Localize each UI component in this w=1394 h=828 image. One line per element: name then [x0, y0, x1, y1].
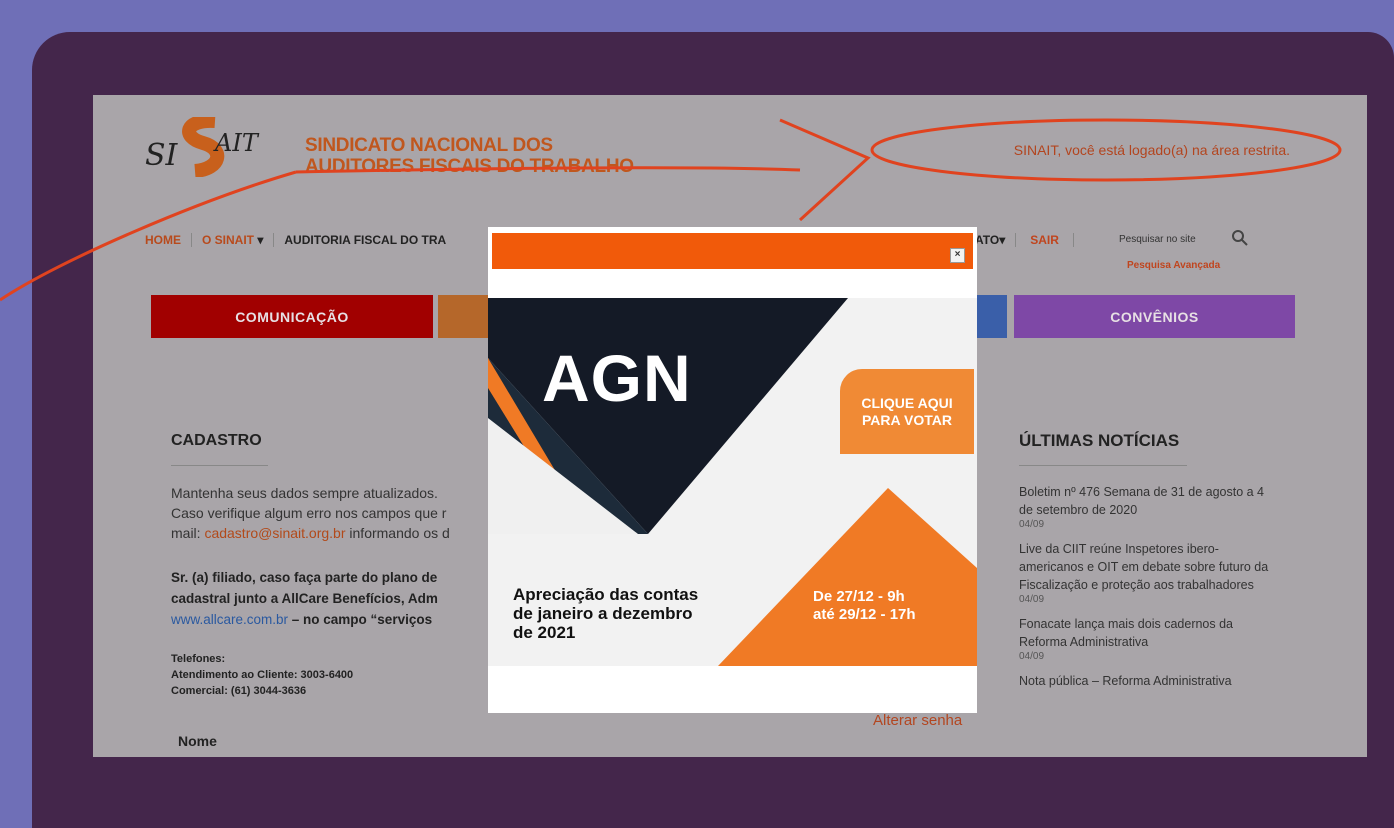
news-list: Boletim nº 476 Semana de 31 de agosto a …: [1019, 483, 1269, 690]
search-placeholder: Pesquisar no site: [1119, 234, 1196, 245]
svg-text:AIT: AIT: [213, 129, 260, 157]
list-item[interactable]: Boletim nº 476 Semana de 31 de agosto a …: [1019, 483, 1269, 530]
search-icon[interactable]: [1231, 229, 1249, 247]
search-input[interactable]: Pesquisar no site: [1111, 227, 1251, 251]
nav-ato[interactable]: ATO▾: [975, 233, 1017, 247]
logged-in-message: SINAIT, você está logado(a) na área rest…: [1013, 142, 1290, 158]
vote-button[interactable]: CLIQUE AQUI PARA VOTAR: [840, 369, 974, 454]
nome-label: Nome: [178, 733, 217, 749]
modal-header: ×: [492, 233, 973, 269]
sinait-logo[interactable]: SI AIT: [145, 117, 260, 177]
allcare-notice: Sr. (a) filiado, caso faça parte do plan…: [171, 570, 438, 627]
list-item[interactable]: Fonacate lança mais dois cadernos da Ref…: [1019, 615, 1269, 662]
cadastro-email-link[interactable]: cadastro@sinait.org.br: [204, 525, 345, 541]
agn-title: AGN: [542, 341, 692, 415]
banner-description: Apreciação das contas de janeiro a dezem…: [513, 585, 699, 642]
banner-dates: De 27/12 - 9h até 29/12 - 17h: [813, 588, 916, 623]
nav-auditoria[interactable]: AUDITORIA FISCAL DO TRA: [274, 233, 456, 247]
heading-divider: [1019, 465, 1187, 466]
logout-link[interactable]: SAIR: [1016, 233, 1074, 247]
svg-text:SI: SI: [145, 138, 179, 173]
advanced-search-link[interactable]: Pesquisa Avançada: [1127, 260, 1220, 271]
phones-block: Telefones: Atendimento ao Cliente: 3003-…: [171, 653, 354, 697]
cadastro-text: Mantenha seus dados sempre atualizados. …: [171, 485, 450, 541]
change-password-link[interactable]: Alterar senha: [873, 712, 962, 729]
heading-divider: [171, 465, 268, 466]
cadastro-heading: CADASTRO: [171, 432, 262, 449]
agn-banner[interactable]: AGN CLIQUE AQUI PARA VOTAR Apreciação das…: [488, 298, 977, 666]
tab-comunicacao[interactable]: COMUNICAÇÃO: [151, 295, 433, 338]
org-name: SINDICATO NACIONAL DOS AUDITORES FISCAIS…: [305, 135, 634, 177]
list-item[interactable]: Nota pública – Reforma Administrativa: [1019, 672, 1269, 690]
nav-home[interactable]: HOME: [145, 233, 192, 247]
tab-convenios[interactable]: CONVÊNIOS: [1014, 295, 1295, 338]
main-nav: HOME O SINAIT ▾ AUDITORIA FISCAL DO TRA: [145, 233, 456, 247]
nav-o-sinait[interactable]: O SINAIT ▾: [192, 233, 275, 247]
popup-modal: × AGN CLIQUE AQUI PARA VOTAR Apreciação d…: [488, 227, 977, 713]
close-button[interactable]: ×: [950, 248, 965, 263]
list-item[interactable]: Live da CIIT reúne Inspetores ibero-amer…: [1019, 540, 1269, 605]
news-heading: ÚLTIMAS NOTÍCIAS: [1019, 431, 1180, 450]
nav-right: ATO▾ SAIR: [975, 233, 1074, 247]
allcare-link[interactable]: www.allcare.com.br: [171, 612, 288, 627]
tab-blue[interactable]: [973, 295, 1007, 338]
